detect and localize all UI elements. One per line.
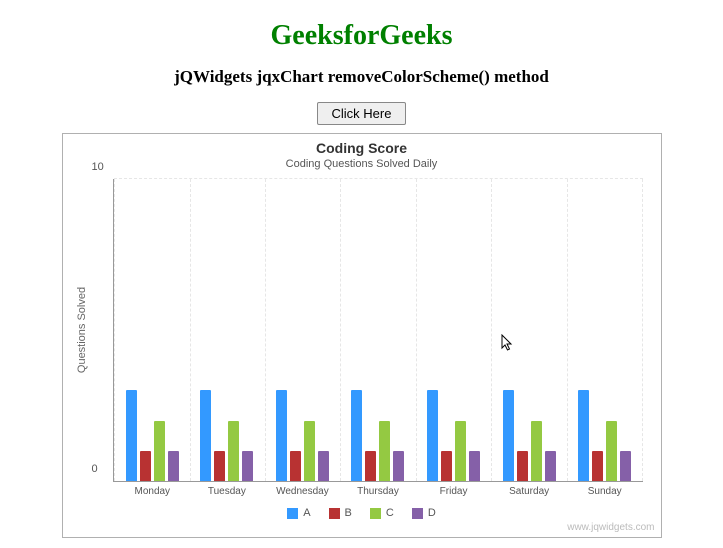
category-group: Sunday bbox=[567, 179, 644, 481]
bar-A[interactable] bbox=[351, 390, 362, 481]
bar-B[interactable] bbox=[214, 451, 225, 481]
bar-A[interactable] bbox=[427, 390, 438, 481]
category-group: Friday bbox=[416, 179, 493, 481]
legend-label: B bbox=[345, 507, 352, 519]
bar-B[interactable] bbox=[517, 451, 528, 481]
legend-swatch bbox=[287, 508, 298, 519]
chart-title: Coding Score bbox=[63, 140, 661, 156]
legend: A B C D bbox=[63, 507, 661, 519]
bar-C[interactable] bbox=[154, 421, 165, 481]
x-tick-label: Saturday bbox=[491, 486, 567, 497]
legend-label: C bbox=[386, 507, 394, 519]
bar-D[interactable] bbox=[242, 451, 253, 481]
chart-subtitle: Coding Questions Solved Daily bbox=[63, 158, 661, 170]
bar-A[interactable] bbox=[503, 390, 514, 481]
bar-C[interactable] bbox=[379, 421, 390, 481]
legend-item-C[interactable]: C bbox=[370, 507, 394, 519]
button-row: Click Here bbox=[10, 102, 713, 125]
category-group: Saturday bbox=[491, 179, 568, 481]
legend-label: D bbox=[428, 507, 436, 519]
bar-D[interactable] bbox=[393, 451, 404, 481]
bar-A[interactable] bbox=[200, 390, 211, 481]
y-tick: 0 bbox=[92, 463, 98, 475]
bar-C[interactable] bbox=[304, 421, 315, 481]
bar-A[interactable] bbox=[126, 390, 137, 481]
bar-A[interactable] bbox=[578, 390, 589, 481]
bar-B[interactable] bbox=[140, 451, 151, 481]
legend-swatch bbox=[412, 508, 423, 519]
legend-swatch bbox=[370, 508, 381, 519]
x-tick-label: Monday bbox=[115, 486, 191, 497]
category-group: Tuesday bbox=[189, 179, 266, 481]
plot-area: Questions Solved 010MondayTuesdayWednesd… bbox=[113, 179, 643, 482]
x-tick-label: Tuesday bbox=[189, 486, 265, 497]
bar-A[interactable] bbox=[276, 390, 287, 481]
chart-container: Coding Score Coding Questions Solved Dai… bbox=[62, 133, 662, 538]
page-subtitle: jQWidgets jqxChart removeColorScheme() m… bbox=[10, 67, 713, 87]
bar-D[interactable] bbox=[620, 451, 631, 481]
click-here-button[interactable]: Click Here bbox=[317, 102, 407, 125]
y-tick: 10 bbox=[92, 161, 104, 173]
bar-C[interactable] bbox=[455, 421, 466, 481]
x-tick-label: Thursday bbox=[340, 486, 416, 497]
watermark: www.jqwidgets.com bbox=[567, 522, 654, 533]
legend-item-D[interactable]: D bbox=[412, 507, 436, 519]
bar-D[interactable] bbox=[469, 451, 480, 481]
legend-item-B[interactable]: B bbox=[329, 507, 352, 519]
legend-swatch bbox=[329, 508, 340, 519]
legend-label: A bbox=[303, 507, 310, 519]
bar-B[interactable] bbox=[290, 451, 301, 481]
x-tick-label: Wednesday bbox=[265, 486, 341, 497]
y-axis-label: Questions Solved bbox=[76, 287, 88, 373]
category-group: Wednesday bbox=[265, 179, 342, 481]
x-tick-label: Sunday bbox=[567, 486, 643, 497]
category-group: Thursday bbox=[340, 179, 417, 481]
bar-D[interactable] bbox=[318, 451, 329, 481]
page-title: GeeksforGeeks bbox=[10, 20, 713, 52]
bar-B[interactable] bbox=[365, 451, 376, 481]
bar-B[interactable] bbox=[592, 451, 603, 481]
bar-C[interactable] bbox=[531, 421, 542, 481]
bar-D[interactable] bbox=[545, 451, 556, 481]
bar-B[interactable] bbox=[441, 451, 452, 481]
bar-C[interactable] bbox=[228, 421, 239, 481]
bar-C[interactable] bbox=[606, 421, 617, 481]
x-tick-label: Friday bbox=[416, 486, 492, 497]
bar-D[interactable] bbox=[168, 451, 179, 481]
legend-item-A[interactable]: A bbox=[287, 507, 310, 519]
category-group: Monday bbox=[114, 179, 192, 481]
